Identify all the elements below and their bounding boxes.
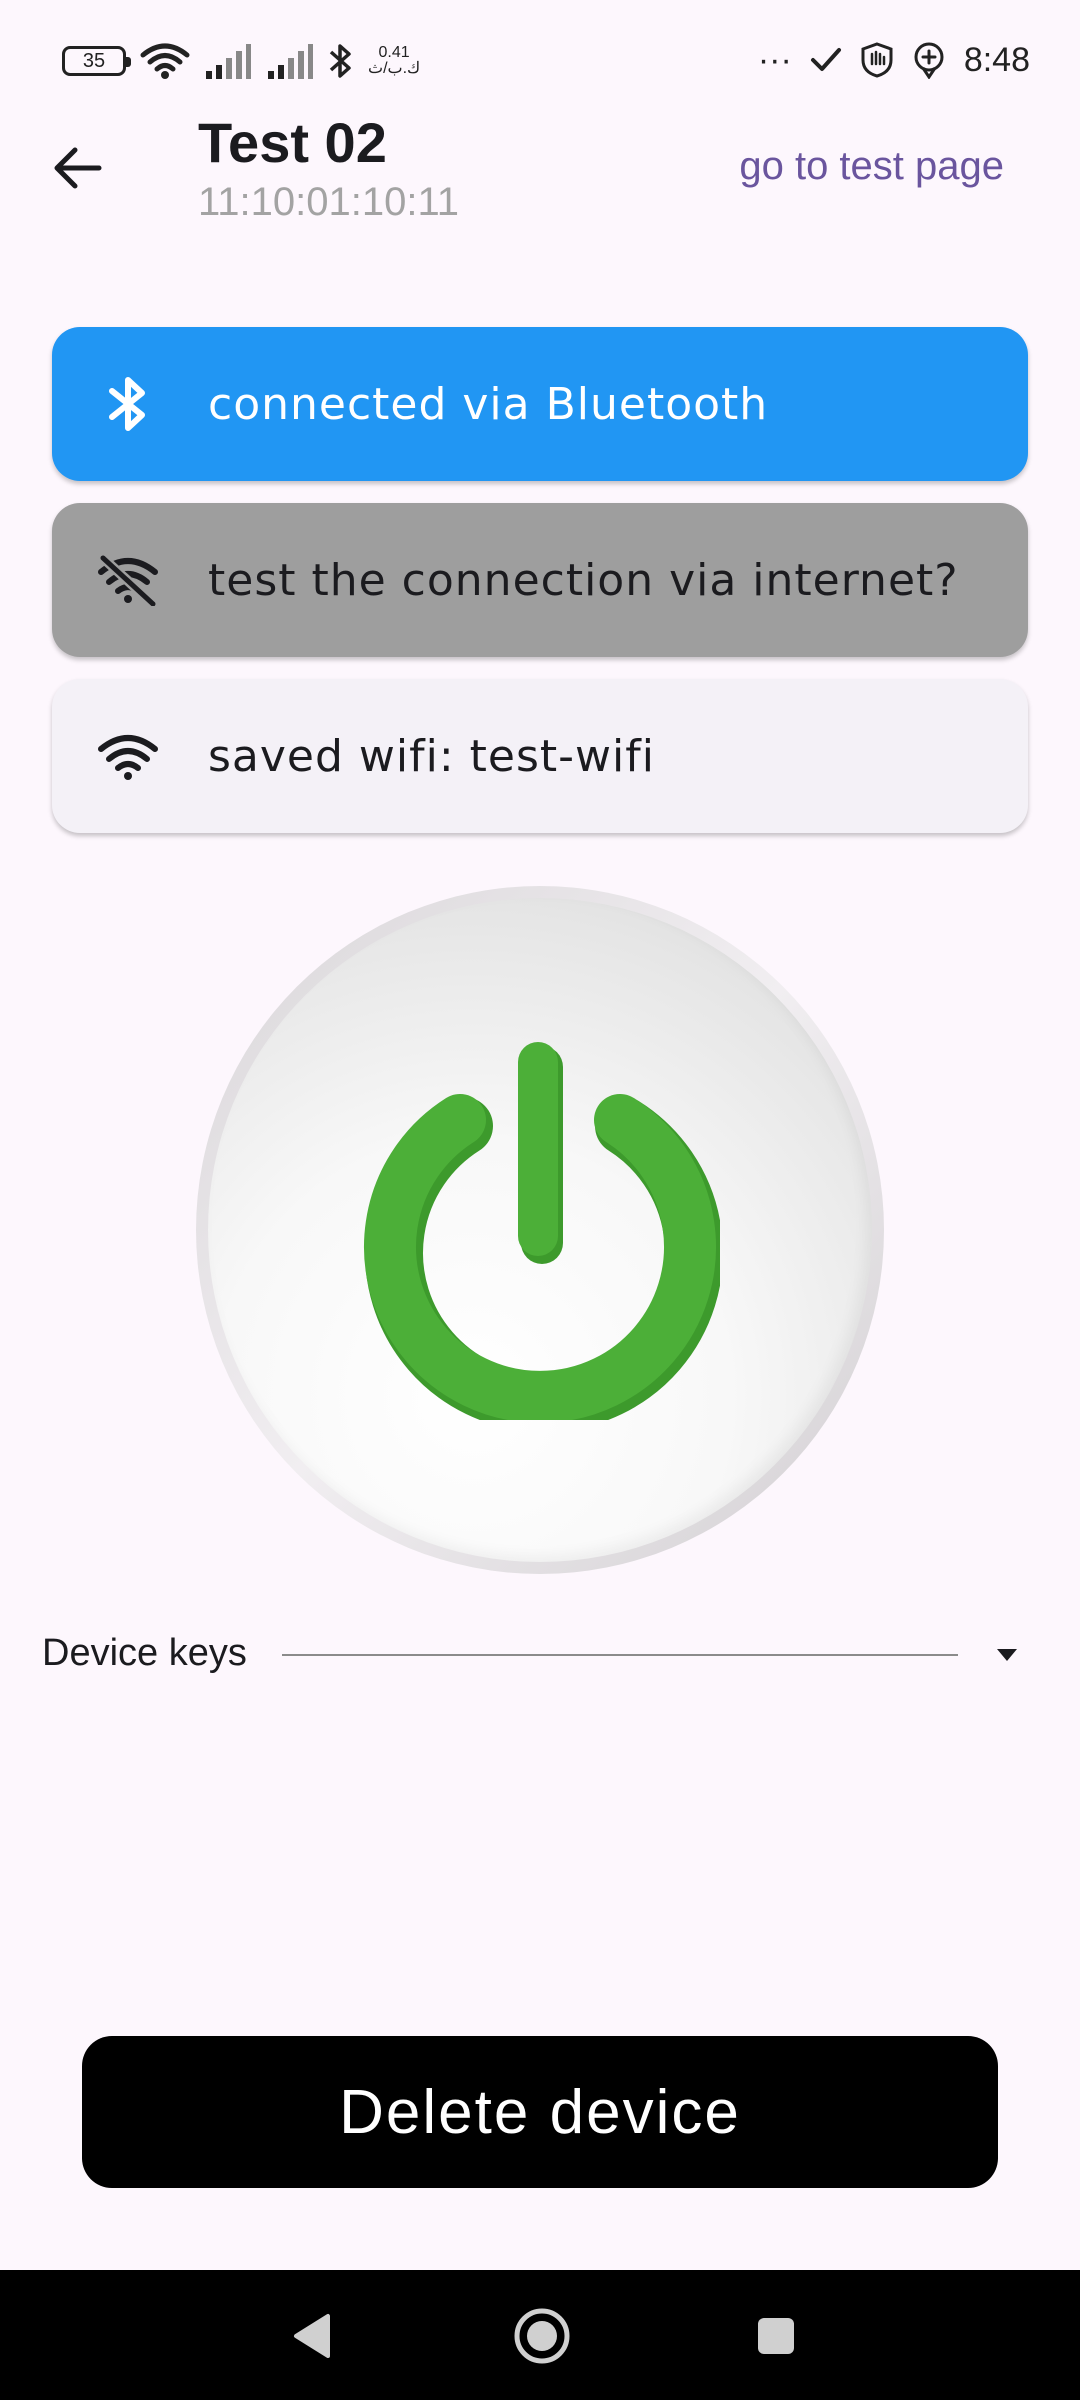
check-icon (810, 48, 841, 71)
arrow-back-icon (54, 147, 102, 189)
hand-shield-icon (861, 42, 893, 78)
more-notifications-icon: ··· (757, 40, 792, 79)
bluetooth-card-label: connected via Bluetooth (208, 378, 769, 430)
wifi-card-label: saved wifi: test-wifi (208, 730, 655, 782)
status-bar-left: 35 0.41 ك.ب/ث (62, 36, 420, 86)
battery-icon: 35 (62, 46, 131, 76)
location-plus-icon (914, 42, 944, 79)
device-keys-divider (282, 1654, 958, 1656)
clock: 8:48 (963, 40, 1030, 79)
internet-test-card[interactable]: test the connection via internet? (52, 503, 1028, 657)
device-id: 11:10:01:10:11 (198, 180, 459, 224)
internet-card-label: test the connection via internet? (208, 554, 959, 606)
bluetooth-icon (78, 374, 178, 434)
net-speed-unit: ك.ب/ث (368, 60, 421, 77)
saved-wifi-card[interactable]: saved wifi: test-wifi (52, 679, 1028, 833)
home-circle-icon (514, 2308, 570, 2364)
square-recents-icon (758, 2318, 794, 2354)
wifi-icon (78, 731, 178, 781)
wifi-off-icon (78, 554, 178, 606)
battery-level: 35 (82, 49, 106, 72)
triangle-back-icon (294, 2314, 330, 2358)
nav-recents-button[interactable] (740, 2300, 812, 2372)
bluetooth-status-icon (329, 44, 351, 78)
status-bar-right: ··· 8:48 (758, 30, 1030, 90)
power-icon (364, 1042, 720, 1420)
net-speed: 0.41 ك.ب/ث (368, 45, 420, 77)
wifi-status-icon (140, 43, 190, 79)
power-button-face (208, 898, 872, 1562)
back-button[interactable] (40, 130, 116, 206)
page-title: Test 02 (198, 111, 387, 174)
device-keys-label: Device keys (42, 1632, 247, 1674)
caret-down-icon (997, 1649, 1017, 1661)
signal-icon-2 (268, 44, 313, 79)
bluetooth-connection-card[interactable]: connected via Bluetooth (52, 327, 1028, 481)
signal-icon-1 (206, 44, 251, 79)
power-button[interactable] (196, 886, 884, 1574)
nav-back-button[interactable] (276, 2300, 348, 2372)
delete-device-button[interactable]: Delete device (82, 2036, 998, 2188)
net-speed-value: 0.41 (378, 44, 410, 61)
go-to-test-page-link[interactable]: go to test page (739, 144, 1004, 189)
device-keys-expand-button[interactable] (984, 1632, 1030, 1678)
nav-home-button[interactable] (502, 2296, 582, 2376)
